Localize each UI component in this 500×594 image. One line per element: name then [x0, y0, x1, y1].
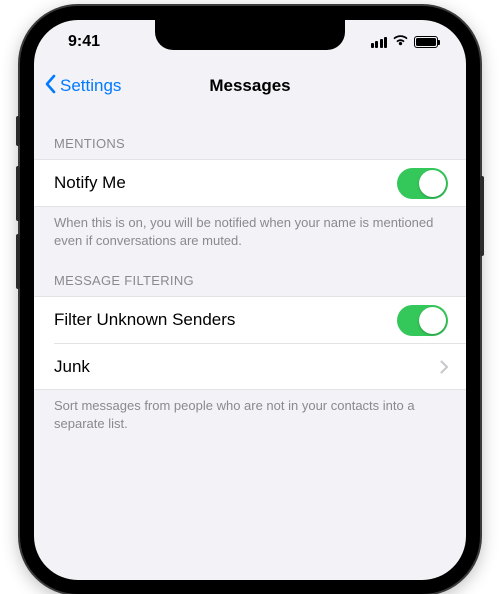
section-footer-mentions: When this is on, you will be notified wh… — [34, 207, 466, 255]
status-indicators — [371, 33, 439, 51]
notify-me-row[interactable]: Notify Me — [34, 160, 466, 206]
notch — [155, 20, 345, 50]
mentions-group: Notify Me — [34, 159, 466, 207]
status-time: 9:41 — [68, 33, 100, 51]
chevron-right-icon — [440, 360, 448, 374]
volume-up-button — [16, 166, 20, 221]
notify-me-label: Notify Me — [54, 173, 126, 193]
section-header-mentions: MENTIONS — [34, 118, 466, 159]
nav-bar: Settings Messages — [34, 64, 466, 108]
volume-down-button — [16, 234, 20, 289]
cellular-signal-icon — [371, 37, 388, 48]
battery-icon — [414, 36, 438, 48]
filter-unknown-row[interactable]: Filter Unknown Senders — [34, 297, 466, 343]
side-button — [480, 176, 484, 256]
wifi-icon — [392, 33, 409, 51]
ringer-switch — [16, 116, 20, 146]
content: MENTIONS Notify Me When this is on, you … — [34, 108, 466, 438]
filter-unknown-label: Filter Unknown Senders — [54, 310, 235, 330]
filtering-group: Filter Unknown Senders Junk — [34, 296, 466, 390]
section-footer-filtering: Sort messages from people who are not in… — [34, 390, 466, 438]
section-header-filtering: MESSAGE FILTERING — [34, 255, 466, 296]
phone-frame: 9:41 Settings Messages MENTIONS — [20, 6, 480, 594]
junk-row[interactable]: Junk — [54, 343, 466, 389]
junk-label: Junk — [54, 357, 90, 377]
page-title: Messages — [209, 76, 290, 96]
back-button[interactable]: Settings — [44, 74, 121, 99]
filter-unknown-toggle[interactable] — [397, 305, 448, 336]
back-label: Settings — [60, 76, 121, 96]
notify-me-toggle[interactable] — [397, 168, 448, 199]
screen: 9:41 Settings Messages MENTIONS — [34, 20, 466, 580]
chevron-left-icon — [44, 74, 56, 99]
